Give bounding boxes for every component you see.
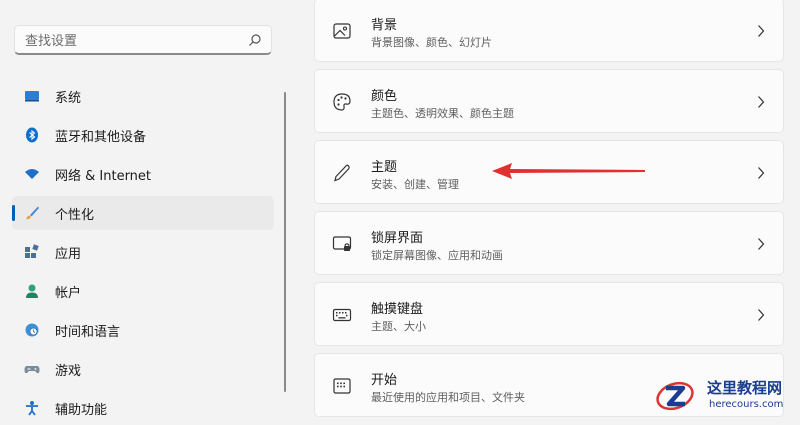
active-indicator — [12, 205, 15, 221]
card-background[interactable]: 背景 背景图像、颜色、幻灯片 — [314, 0, 784, 62]
person-icon — [26, 284, 38, 298]
palette-icon — [333, 93, 351, 111]
sidebar-item-label: 游戏 — [55, 364, 82, 379]
chevron-right-icon — [758, 238, 765, 250]
chevron-right-icon — [758, 167, 765, 179]
wifi-icon — [25, 169, 39, 179]
gamepad-icon — [24, 366, 40, 374]
card-title: 触摸键盘 — [371, 302, 424, 317]
card-title: 开始 — [371, 373, 398, 388]
sidebar-scrollbar[interactable] — [284, 92, 286, 392]
sidebar-item-label: 帐户 — [55, 286, 82, 301]
sidebar-item-label: 时间和语言 — [55, 325, 121, 340]
apps-icon — [25, 244, 39, 258]
sidebar-item-apps[interactable]: 应用 — [12, 235, 274, 269]
sidebar-item-label: 系统 — [55, 91, 82, 106]
keyboard-icon — [332, 308, 352, 322]
card-subtitle: 安装、创建、管理 — [371, 178, 459, 191]
chevron-right-icon — [758, 25, 765, 37]
card-subtitle: 主题色、透明效果、颜色主题 — [371, 107, 514, 120]
pen-icon — [334, 164, 350, 182]
sidebar-item-system[interactable]: 系统 — [12, 79, 274, 113]
sidebar-item-label: 辅助功能 — [55, 403, 108, 418]
card-touch-keyboard[interactable]: 触摸键盘 主题、大小 — [314, 282, 784, 346]
card-subtitle: 主题、大小 — [371, 320, 426, 333]
sidebar-item-accounts[interactable]: 帐户 — [12, 274, 274, 308]
search-box[interactable] — [14, 25, 272, 55]
card-colors[interactable]: 颜色 主题色、透明效果、颜色主题 — [314, 69, 784, 133]
search-input[interactable] — [23, 30, 237, 52]
card-subtitle: 最近使用的应用和项目、文件夹 — [371, 391, 525, 404]
sidebar-item-accessibility[interactable]: 辅助功能 — [12, 391, 274, 425]
sidebar-item-label: 网络 & Internet — [55, 169, 152, 184]
watermark-logo-icon — [656, 381, 694, 411]
chevron-right-icon — [758, 309, 765, 321]
sidebar-item-bluetooth[interactable]: 蓝牙和其他设备 — [12, 118, 274, 152]
accessibility-icon — [26, 401, 38, 416]
sidebar-item-time-language[interactable]: 时间和语言 — [12, 313, 274, 347]
card-subtitle: 背景图像、颜色、幻灯片 — [371, 36, 492, 49]
bluetooth-icon — [26, 127, 38, 143]
card-title: 颜色 — [371, 89, 398, 104]
lock-screen-icon — [332, 236, 352, 251]
watermark-url: herecours.com — [709, 399, 784, 410]
image-icon — [333, 23, 351, 39]
sidebar-item-gaming[interactable]: 游戏 — [12, 352, 274, 386]
card-title: 锁屏界面 — [371, 231, 424, 246]
sidebar-item-personalization[interactable]: 个性化 — [12, 196, 274, 230]
card-subtitle: 锁定屏幕图像、应用和动画 — [371, 249, 503, 262]
annotation-arrow — [492, 163, 645, 179]
display-icon — [25, 91, 39, 102]
globe-clock-icon — [25, 323, 39, 337]
search-icon[interactable] — [248, 33, 262, 47]
sidebar-item-label: 应用 — [55, 247, 82, 262]
sidebar: 系统 蓝牙和其他设备 网络 & Internet 个性化 应用 — [0, 0, 290, 418]
watermark: 这里教程网 herecours.com — [655, 374, 800, 417]
watermark-name: 这里教程网 — [707, 379, 783, 397]
chevron-right-icon — [758, 96, 765, 108]
start-icon — [333, 378, 351, 394]
card-title: 背景 — [371, 18, 398, 33]
brush-icon — [26, 206, 39, 220]
sidebar-item-label: 个性化 — [55, 208, 95, 223]
card-title: 主题 — [371, 160, 398, 175]
sidebar-item-network[interactable]: 网络 & Internet — [12, 157, 274, 191]
card-lock-screen[interactable]: 锁屏界面 锁定屏幕图像、应用和动画 — [314, 211, 784, 275]
sidebar-item-label: 蓝牙和其他设备 — [55, 130, 147, 145]
